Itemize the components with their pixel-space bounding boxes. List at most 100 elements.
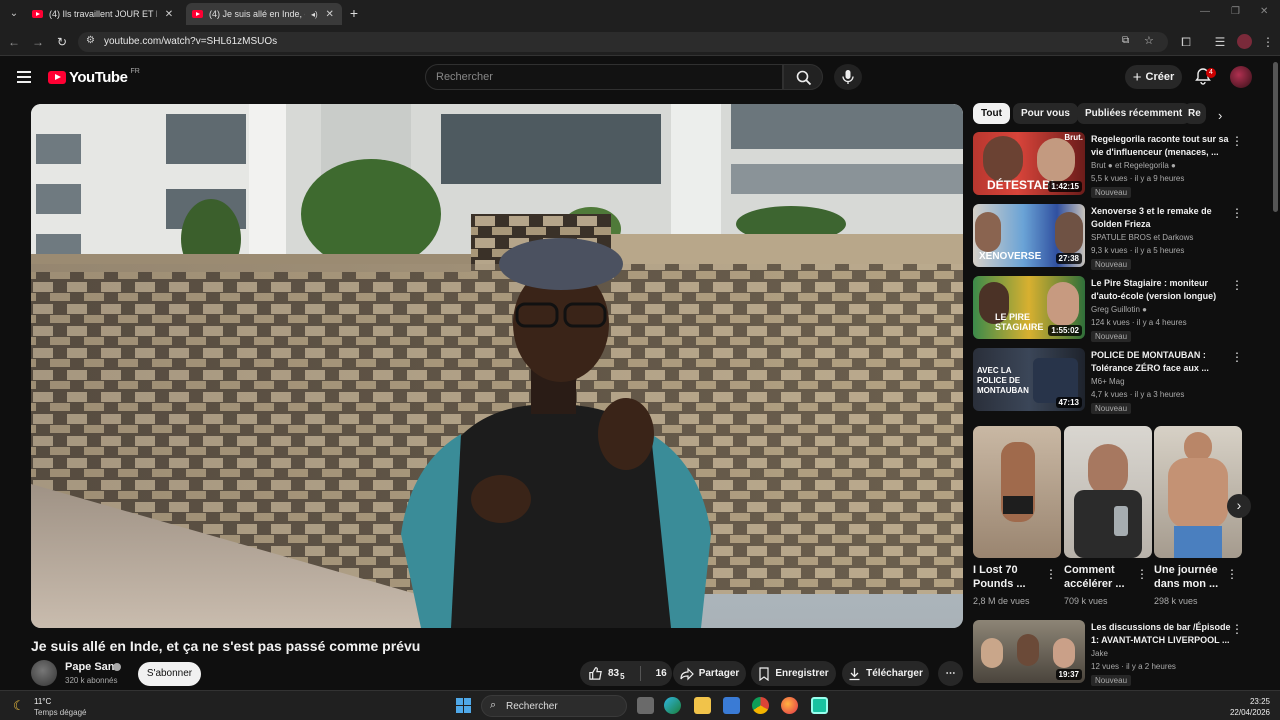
chip-for-you[interactable]: Pour vous bbox=[1013, 103, 1078, 124]
short-title[interactable]: Comment accélérer ... bbox=[1064, 563, 1136, 591]
create-button[interactable]: + Créer bbox=[1125, 65, 1182, 89]
media-controls-icon[interactable]: ☰ bbox=[1212, 34, 1228, 50]
voice-search-button[interactable] bbox=[834, 64, 862, 90]
page-scrollbar[interactable] bbox=[1273, 62, 1278, 212]
youtube-header: YouTube FR Rechercher + Créer 4 bbox=[0, 57, 1280, 97]
more-options-icon[interactable]: ⋮ bbox=[1231, 134, 1243, 148]
more-options-icon[interactable]: ⋮ bbox=[1231, 622, 1243, 636]
reload-icon[interactable]: ↻ bbox=[54, 34, 70, 50]
file-explorer-icon[interactable] bbox=[694, 697, 711, 714]
subscriber-count: 320 k abonnés bbox=[65, 676, 118, 685]
forward-icon[interactable]: → bbox=[30, 34, 46, 50]
app-icon[interactable] bbox=[811, 697, 828, 714]
share-label: Partager bbox=[698, 668, 740, 679]
restore-icon[interactable]: ❐ bbox=[1231, 6, 1240, 17]
recommendation-item[interactable]: 19:37 Les discussions de bar /Épisode 1:… bbox=[973, 620, 1263, 686]
audio-playing-icon[interactable]: ◂) bbox=[311, 10, 318, 19]
recommendation-channel-line: Greg Guillotin ● bbox=[1091, 305, 1147, 314]
temperature[interactable]: 11°C bbox=[34, 697, 51, 706]
chip-related[interactable]: Re bbox=[1184, 103, 1206, 124]
moon-icon[interactable]: ☾ bbox=[13, 698, 25, 714]
channel-avatar[interactable] bbox=[31, 660, 57, 686]
tab-1[interactable]: (4) Ils travaillent JOUR ET NUIT ✕ bbox=[26, 3, 182, 25]
more-actions-button[interactable]: ⋯ bbox=[938, 661, 963, 686]
back-icon[interactable]: ← bbox=[6, 34, 22, 50]
notification-badge: 4 bbox=[1206, 68, 1216, 78]
site-info-icon[interactable]: ⚙ bbox=[86, 35, 95, 46]
edge-icon[interactable] bbox=[664, 697, 681, 714]
search-icon bbox=[796, 70, 812, 86]
dislike-count[interactable]: 16 bbox=[656, 668, 667, 679]
search-button[interactable] bbox=[783, 64, 823, 90]
like-button[interactable]: 83 5 bbox=[588, 666, 625, 681]
youtube-logo[interactable]: YouTube FR bbox=[48, 68, 140, 86]
video-title: Je suis allé en Inde, et ça ne s'est pas… bbox=[31, 638, 421, 654]
account-avatar[interactable] bbox=[1230, 66, 1252, 88]
firefox-icon[interactable] bbox=[781, 697, 798, 714]
short-thumbnail[interactable] bbox=[973, 426, 1061, 558]
new-tab-button[interactable]: + bbox=[346, 5, 362, 21]
chip-recent[interactable]: Publiées récemment bbox=[1077, 103, 1191, 124]
chrome-icon[interactable] bbox=[752, 697, 769, 714]
tab-2[interactable]: (4) Je suis allé en Inde, et ça ◂) ✕ bbox=[186, 3, 342, 25]
more-options-icon[interactable]: ⋮ bbox=[1045, 567, 1057, 581]
menu-icon[interactable] bbox=[17, 71, 31, 83]
short-thumbnail[interactable] bbox=[1154, 426, 1242, 558]
new-badge: Nouveau bbox=[1091, 331, 1132, 342]
extensions-icon[interactable]: ⧠ bbox=[1178, 34, 1194, 50]
close-tab-icon[interactable]: ✕ bbox=[324, 9, 336, 20]
thumbnail-caption: AVEC LA POLICE DE MONTAUBAN bbox=[977, 366, 1029, 395]
recommendation-channel: Brut bbox=[1091, 161, 1106, 170]
shorts-next-button[interactable]: › bbox=[1227, 494, 1251, 518]
more-options-icon[interactable]: ⋮ bbox=[1231, 350, 1243, 364]
short-title[interactable]: Une journée dans mon ... bbox=[1154, 563, 1226, 591]
profile-icon[interactable] bbox=[1237, 34, 1252, 49]
more-options-icon[interactable]: ⋮ bbox=[1226, 567, 1238, 581]
thumbnail-caption: DÉTESTABI bbox=[987, 178, 1055, 192]
subscribe-button[interactable]: S'abonner bbox=[138, 662, 201, 686]
recommendation-channel: Jake bbox=[1091, 649, 1108, 658]
short-views: 709 k vues bbox=[1064, 596, 1108, 606]
recommendation-item[interactable]: AVEC LA POLICE DE MONTAUBAN 47:13 POLICE… bbox=[973, 348, 1263, 414]
taskbar-search-label: Rechercher bbox=[506, 701, 558, 712]
more-options-icon[interactable]: ⋮ bbox=[1231, 278, 1243, 292]
save-button[interactable]: Enregistrer bbox=[751, 661, 836, 686]
channel-name[interactable]: Pape San bbox=[65, 661, 115, 673]
tab-list-button[interactable]: ⌄ bbox=[6, 6, 22, 22]
recommendation-item[interactable]: LE PIRE STAGIAIRE 1:55:02 Le Pire Stagia… bbox=[973, 276, 1263, 342]
download-button[interactable]: Télécharger bbox=[842, 661, 929, 686]
taskbar-search[interactable]: ⌕ Rechercher bbox=[481, 695, 627, 717]
recommendation-meta: 5,5 k vues · il y a 9 heures bbox=[1091, 174, 1185, 183]
video-thumbnail: 19:37 bbox=[973, 620, 1085, 683]
search-input[interactable]: Rechercher bbox=[425, 64, 783, 90]
more-options-icon[interactable]: ⋮ bbox=[1136, 567, 1148, 581]
recommendation-channel-2: et Regelegorila bbox=[1114, 161, 1169, 170]
taskbar-clock[interactable]: 23:25 22/04/2026 bbox=[1230, 696, 1270, 718]
weather-status[interactable]: Temps dégagé bbox=[34, 708, 86, 717]
more-options-icon[interactable]: ⋮ bbox=[1231, 206, 1243, 220]
short-title[interactable]: I Lost 70 Pounds ... bbox=[973, 563, 1045, 591]
recommendation-item[interactable]: DÉTESTABI Brut. 1:42:15 Regelegorila rac… bbox=[973, 132, 1263, 198]
browser-menu-icon[interactable]: ⋮ bbox=[1260, 34, 1276, 50]
video-player[interactable] bbox=[31, 104, 963, 628]
install-app-icon[interactable]: ⧉ bbox=[1122, 35, 1129, 46]
chip-all[interactable]: Tout bbox=[973, 103, 1010, 124]
video-thumbnail: AVEC LA POLICE DE MONTAUBAN 47:13 bbox=[973, 348, 1085, 411]
recommendation-item[interactable]: XENOVERSE 27:38 Xenoverse 3 et le remake… bbox=[973, 204, 1263, 270]
minimize-icon[interactable]: — bbox=[1200, 6, 1210, 17]
bookmark-star-icon[interactable]: ☆ bbox=[1144, 34, 1154, 47]
create-label: Créer bbox=[1145, 71, 1175, 83]
short-thumbnail[interactable] bbox=[1064, 426, 1152, 558]
video-thumbnail: LE PIRE STAGIAIRE 1:55:02 bbox=[973, 276, 1085, 339]
share-button[interactable]: Partager bbox=[673, 661, 746, 686]
close-tab-icon[interactable]: ✕ bbox=[163, 9, 175, 20]
browser-tab-bar: ⌄ (4) Ils travaillent JOUR ET NUIT ✕ (4)… bbox=[0, 0, 1280, 28]
recommendation-channel: M6+ Mag bbox=[1091, 377, 1125, 386]
start-icon[interactable] bbox=[456, 698, 472, 714]
task-view-icon[interactable] bbox=[637, 697, 654, 714]
close-window-icon[interactable]: ✕ bbox=[1260, 6, 1268, 17]
url-field[interactable]: ⚙ youtube.com/watch?v=SHL61zMSUOs ⧉ ☆ bbox=[78, 32, 1168, 52]
chips-next-icon[interactable]: › bbox=[1218, 108, 1222, 123]
recommendation-meta: 12 vues · il y a 2 heures bbox=[1091, 662, 1176, 671]
store-icon[interactable] bbox=[723, 697, 740, 714]
